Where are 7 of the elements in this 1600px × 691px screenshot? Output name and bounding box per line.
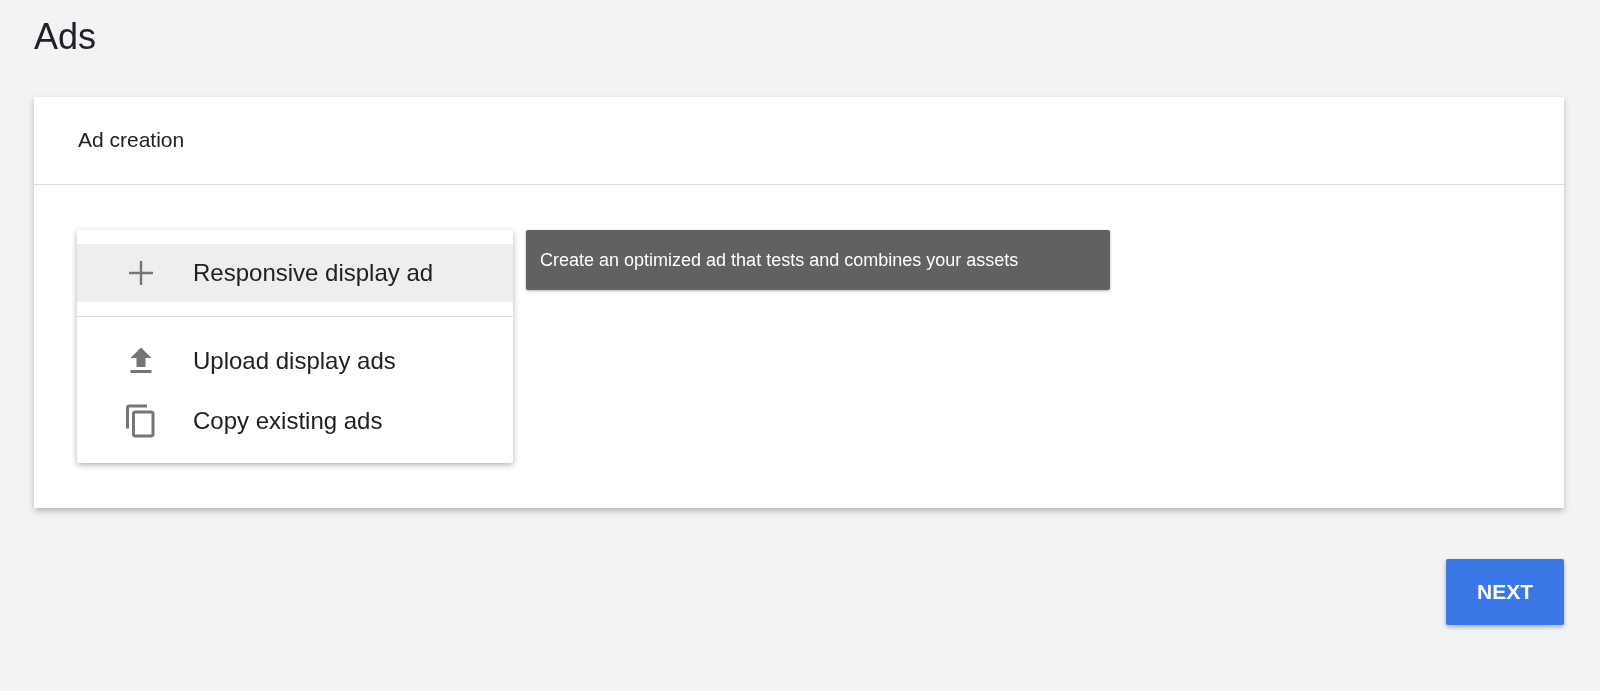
tooltip: Create an optimized ad that tests and combines your assets — [526, 229, 1110, 290]
menu-item[interactable]: Upload display ads — [77, 330, 513, 391]
page-title: Ads — [34, 15, 97, 59]
menu-item[interactable]: Copy existing ads — [77, 390, 513, 451]
menu-item[interactable]: Responsive display ad — [77, 243, 513, 302]
next-button[interactable]: NEXT — [1446, 558, 1564, 625]
card-title: Ad creation — [78, 128, 185, 153]
